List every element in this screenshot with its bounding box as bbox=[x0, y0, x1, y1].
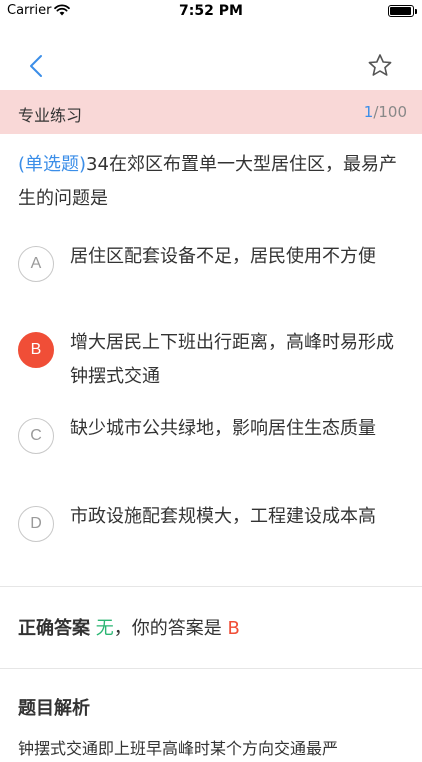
option-badge: D bbox=[18, 506, 54, 542]
option-a[interactable]: A 居住区配套设备不足，居民使用不方便 bbox=[18, 240, 408, 320]
status-bar: Carrier 7:52 PM bbox=[0, 0, 422, 22]
option-c[interactable]: C 缺少城市公共绿地，影响居住生态质量 bbox=[18, 412, 408, 492]
your-answer-label: ，你的答案是 bbox=[113, 618, 222, 639]
nav-bar bbox=[0, 22, 422, 90]
total-questions: /100 bbox=[373, 103, 407, 121]
divider bbox=[0, 668, 422, 669]
option-badge: A bbox=[18, 246, 54, 282]
question-type: (单选题) bbox=[18, 154, 87, 175]
practice-title: 专业练习 bbox=[18, 106, 83, 125]
answer-summary: 正确答案 无，你的答案是 B bbox=[18, 614, 240, 640]
question-text: (单选题)34在郊区布置单一大型居住区，最易产生的问题是 bbox=[18, 148, 408, 216]
option-b[interactable]: B 增大居民上下班出行距离，高峰时易形成钟摆式交通 bbox=[18, 326, 408, 406]
option-badge: B bbox=[18, 332, 54, 368]
star-outline-icon[interactable] bbox=[366, 52, 394, 80]
option-text: 缺少城市公共绿地，影响居住生态质量 bbox=[70, 418, 376, 439]
current-question-number: 1 bbox=[363, 103, 374, 121]
option-text: 增大居民上下班出行距离，高峰时易形成钟摆式交通 bbox=[70, 332, 394, 387]
correct-answer-label: 正确答案 bbox=[18, 618, 90, 639]
question-counter: 1/100 bbox=[364, 103, 407, 121]
divider bbox=[0, 586, 422, 587]
option-d[interactable]: D 市政设施配套规模大，工程建设成本高 bbox=[18, 500, 408, 580]
chevron-left-icon[interactable] bbox=[22, 52, 50, 80]
your-answer-value: B bbox=[227, 618, 240, 639]
status-time: 7:52 PM bbox=[179, 3, 243, 19]
option-badge: C bbox=[18, 418, 54, 454]
battery-icon bbox=[388, 5, 417, 17]
analysis-title: 题目解析 bbox=[18, 698, 90, 719]
practice-header: 专业练习 1/100 bbox=[0, 90, 422, 134]
option-text: 市政设施配套规模大，工程建设成本高 bbox=[70, 506, 376, 527]
analysis-body: 钟摆式交通即上班早高峰时某个方向交通最严 bbox=[18, 739, 339, 758]
option-text: 居住区配套设备不足，居民使用不方便 bbox=[70, 246, 376, 267]
battery-level bbox=[390, 7, 411, 15]
correct-answer-value: 无 bbox=[95, 618, 114, 639]
